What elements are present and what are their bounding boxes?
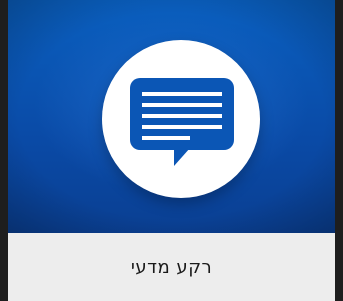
tile-image xyxy=(8,0,335,233)
tile-caption: רקע מדעי xyxy=(8,233,335,301)
tile-card[interactable]: רקע מדעי xyxy=(8,0,335,301)
tile-title: רקע מדעי xyxy=(130,256,213,278)
page-frame: רקע מדעי xyxy=(0,0,343,301)
chat-bubble-icon xyxy=(130,78,234,166)
